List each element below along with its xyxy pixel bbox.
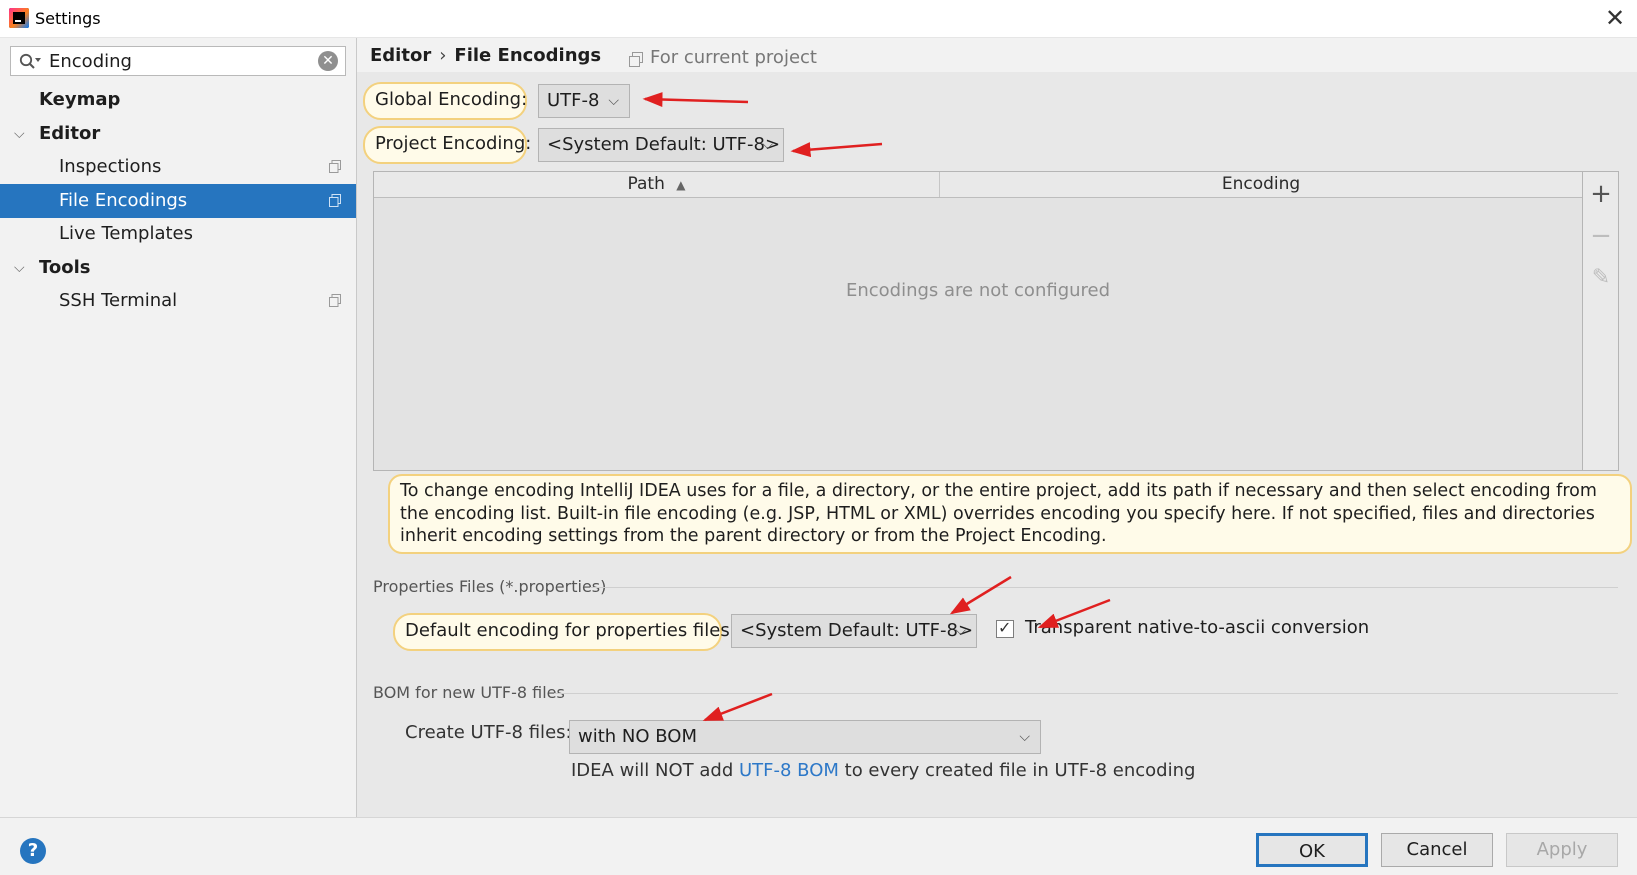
- title-bar: Settings ✕: [0, 0, 1637, 38]
- native-to-ascii-label[interactable]: Transparent native-to-ascii conversion: [1025, 617, 1369, 638]
- breadcrumb-separator: ›: [439, 45, 447, 66]
- bom-info-suffix: to every created file in UTF-8 encoding: [838, 760, 1196, 781]
- search-input[interactable]: [49, 50, 304, 72]
- edit-icon[interactable]: ✎: [1583, 260, 1619, 296]
- breadcrumb-parent[interactable]: Editor: [370, 45, 431, 66]
- global-encoding-value: UTF-8: [547, 90, 600, 111]
- properties-encoding-value: <System Default: UTF-8>: [740, 620, 974, 641]
- cancel-button[interactable]: Cancel: [1381, 833, 1493, 867]
- breadcrumb: Editor › File Encodings: [370, 45, 601, 75]
- tree-item-file-encodings[interactable]: File Encodings: [0, 184, 356, 218]
- properties-encoding-dropdown[interactable]: <System Default: UTF-8> ⌵: [731, 614, 977, 648]
- tree-item-inspections[interactable]: Inspections: [0, 150, 356, 184]
- table-toolbar: + − ✎: [1583, 171, 1619, 471]
- tree-item-label: File Encodings: [59, 190, 188, 211]
- close-window-button[interactable]: ✕: [1600, 4, 1630, 32]
- window-title: Settings: [35, 9, 101, 28]
- chevron-down-icon: ⌵: [1019, 729, 1030, 745]
- tree-item-label: Tools: [39, 257, 91, 278]
- bom-info-prefix: IDEA will NOT add: [571, 760, 739, 781]
- breadcrumb-current: File Encodings: [454, 45, 602, 66]
- bom-dropdown[interactable]: with NO BOM ⌵: [569, 720, 1041, 754]
- remove-icon[interactable]: −: [1583, 218, 1619, 254]
- bom-info-text: IDEA will NOT add UTF-8 BOM to every cre…: [571, 760, 1195, 781]
- search-icon: [19, 53, 41, 69]
- help-icon[interactable]: ?: [20, 838, 46, 864]
- bom-value: with NO BOM: [578, 726, 697, 747]
- tree-item-ssh-terminal[interactable]: SSH Terminal: [0, 284, 356, 318]
- chevron-down-icon: ⌵: [608, 93, 619, 109]
- tree-item-label: SSH Terminal: [59, 290, 178, 311]
- chevron-down-icon: ⌵: [762, 137, 773, 153]
- apply-button[interactable]: Apply: [1506, 833, 1618, 867]
- properties-section-title: Properties Files (*.properties): [373, 577, 607, 596]
- tree-item-keymap[interactable]: Keymap: [0, 83, 356, 117]
- column-header-path[interactable]: Path ▲: [374, 172, 940, 197]
- clear-search-icon[interactable]: ✕: [318, 51, 338, 71]
- section-divider: [590, 587, 1618, 588]
- scope-label: For current project: [650, 47, 817, 68]
- encoding-help-text: To change encoding IntelliJ IDEA uses fo…: [388, 474, 1632, 554]
- global-encoding-label: Global Encoding:: [363, 82, 527, 120]
- project-scope-icon: [329, 294, 341, 307]
- tree-item-label: Editor: [39, 123, 101, 144]
- project-scope-icon: [329, 160, 341, 173]
- chevron-down-icon[interactable]: ⌵: [14, 251, 25, 285]
- project-scope-icon: [629, 52, 643, 67]
- checkmark-icon: ✓: [998, 618, 1012, 637]
- create-utf8-label: Create UTF-8 files:: [405, 722, 572, 743]
- chevron-down-icon[interactable]: ⌵: [14, 117, 25, 151]
- tree-item-tools[interactable]: ⌵ Tools: [0, 251, 356, 285]
- project-encoding-value: <System Default: UTF-8>: [547, 134, 781, 155]
- properties-encoding-label: Default encoding for properties files:: [393, 613, 736, 651]
- section-divider: [554, 693, 1618, 694]
- empty-table-message: Encodings are not configured: [845, 280, 1111, 301]
- project-scope-icon: [329, 194, 341, 207]
- tree-item-label: Live Templates: [59, 223, 193, 244]
- project-encoding-dropdown[interactable]: <System Default: UTF-8> ⌵: [538, 128, 784, 162]
- utf8-bom-link[interactable]: UTF-8 BOM: [739, 760, 839, 781]
- add-icon[interactable]: +: [1583, 176, 1619, 212]
- column-header-encoding[interactable]: Encoding: [940, 172, 1582, 197]
- chevron-down-icon: ⌵: [955, 623, 966, 639]
- tree-item-label: Keymap: [39, 89, 121, 110]
- column-header-label: Path: [627, 174, 665, 194]
- tree-item-label: Inspections: [59, 156, 162, 177]
- settings-search-box[interactable]: ✕: [10, 46, 346, 76]
- sort-ascending-icon: ▲: [676, 178, 686, 192]
- tree-item-editor[interactable]: ⌵ Editor: [0, 117, 356, 151]
- global-encoding-dropdown[interactable]: UTF-8 ⌵: [538, 84, 630, 118]
- intellij-logo-icon: [9, 8, 29, 28]
- tree-item-live-templates[interactable]: Live Templates: [0, 217, 356, 251]
- project-encoding-label: Project Encoding:: [363, 126, 531, 164]
- bom-section-title: BOM for new UTF-8 files: [373, 683, 565, 702]
- table-header: Path ▲ Encoding: [374, 172, 1582, 198]
- path-encoding-table[interactable]: Path ▲ Encoding Encodings are not config…: [373, 171, 1583, 471]
- ok-button[interactable]: OK: [1256, 833, 1368, 867]
- native-to-ascii-checkbox[interactable]: ✓: [996, 618, 1014, 638]
